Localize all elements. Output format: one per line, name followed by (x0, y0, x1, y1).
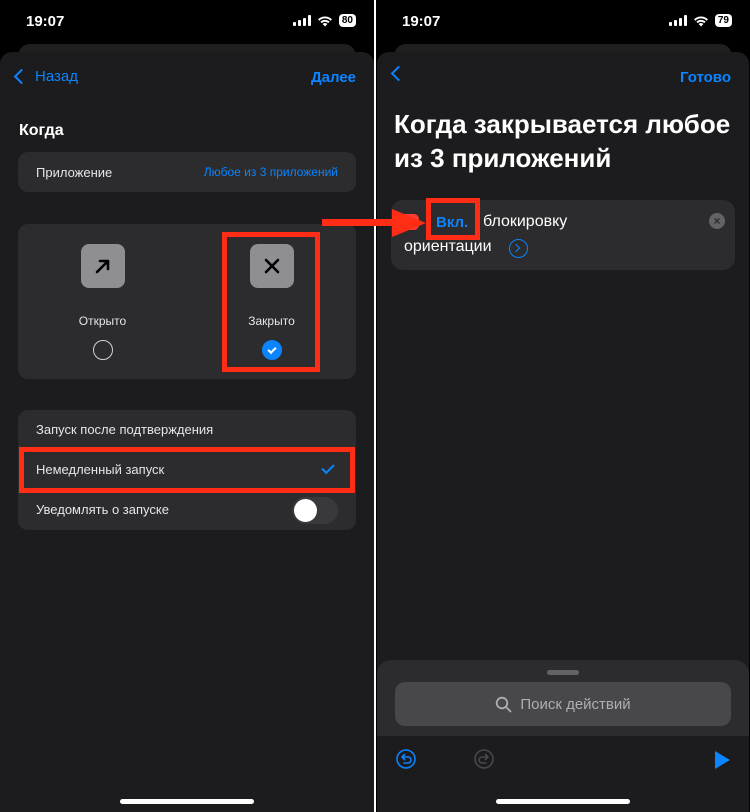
app-selector-row[interactable]: Приложение Любое из 3 приложений (18, 152, 356, 192)
right-screen: 19:07 79 Готово Когда закрывается любое … (376, 0, 750, 812)
status-time: 19:07 (402, 13, 441, 30)
list-item-label: Запуск после подтверждения (36, 422, 214, 437)
actions-search-sheet: Поиск действий (377, 660, 749, 812)
back-label: Назад (35, 68, 78, 85)
list-item-run-immediately[interactable]: Немедленный запуск (18, 450, 356, 490)
action-text-line1: блокировку (483, 213, 568, 230)
battery-indicator: 79 (714, 14, 732, 27)
expand-chevron-icon[interactable] (509, 239, 528, 258)
option-opened[interactable]: Открыто (18, 224, 187, 379)
arrow-up-right-icon (80, 244, 125, 288)
status-icons: 79 (668, 14, 732, 27)
wifi-icon (317, 16, 332, 26)
search-placeholder: Поиск действий (520, 695, 631, 713)
toggle-parameter[interactable]: Вкл. (436, 214, 468, 231)
battery-indicator: 80 (338, 14, 356, 27)
home-indicator (120, 799, 254, 804)
close-x-icon (249, 244, 294, 288)
list-item-notify-on-run: Уведомлять о запуске (18, 490, 356, 530)
next-button[interactable]: Далее (311, 69, 356, 86)
checkmark-icon (321, 460, 335, 475)
section-title: Когда (19, 122, 64, 139)
redo-icon[interactable] (473, 748, 495, 770)
back-button[interactable] (389, 65, 412, 82)
option-opened-label: Открыто (78, 314, 127, 328)
play-icon[interactable] (713, 750, 731, 770)
status-icons: 80 (292, 14, 356, 27)
action-editor-sheet: Готово Когда закрывается любое из 3 прил… (377, 52, 749, 812)
app-row-value[interactable]: Любое из 3 приложений (204, 165, 338, 179)
orientation-lock-action: Вкл. блокировку ориентации × (391, 200, 735, 270)
notify-toggle[interactable] (292, 497, 338, 524)
toggle-knob (294, 499, 317, 522)
undo-icon[interactable] (395, 748, 417, 770)
list-item-label: Уведомлять о запуске (36, 502, 169, 517)
cellular-signal-icon (668, 15, 687, 26)
status-bar: 19:07 80 (0, 0, 374, 44)
state-choice-card: Открыто Закрыто (18, 224, 356, 379)
chevron-left-icon (390, 65, 407, 82)
home-indicator (496, 799, 630, 804)
search-icon (496, 696, 512, 712)
left-screen: 19:07 80 Назад Далее Когда Приложение Лю… (0, 0, 374, 812)
sheet-grabber[interactable] (547, 670, 579, 675)
list-item-ask-before-run[interactable]: Запуск после подтверждения (18, 410, 356, 450)
option-closed[interactable]: Закрыто (187, 224, 356, 379)
done-button[interactable]: Готово (680, 69, 731, 86)
run-options-list: Запуск после подтверждения Немедленный з… (18, 410, 356, 530)
cellular-signal-icon (292, 15, 311, 26)
remove-action-icon[interactable]: × (709, 213, 725, 229)
back-button[interactable]: Назад (12, 68, 78, 85)
action-text-line2: ориентации (404, 238, 492, 255)
radio-opened[interactable] (92, 340, 113, 360)
status-time: 19:07 (26, 13, 65, 30)
page-title: Когда закрывается любое из 3 приложений (394, 109, 731, 173)
automation-sheet: Назад Далее Когда Приложение Любое из 3 … (0, 52, 374, 812)
app-row-label: Приложение (36, 165, 113, 180)
search-actions-field[interactable]: Поиск действий (395, 682, 731, 726)
wifi-icon (693, 16, 708, 26)
checkmark-icon (266, 344, 277, 354)
radio-closed-selected[interactable] (261, 340, 282, 360)
option-closed-label: Закрыто (248, 314, 295, 328)
chevron-left-icon (13, 68, 30, 85)
status-bar: 19:07 79 (376, 0, 750, 44)
list-item-label: Немедленный запуск (36, 462, 165, 477)
pointer-arrow-icon (322, 209, 426, 237)
